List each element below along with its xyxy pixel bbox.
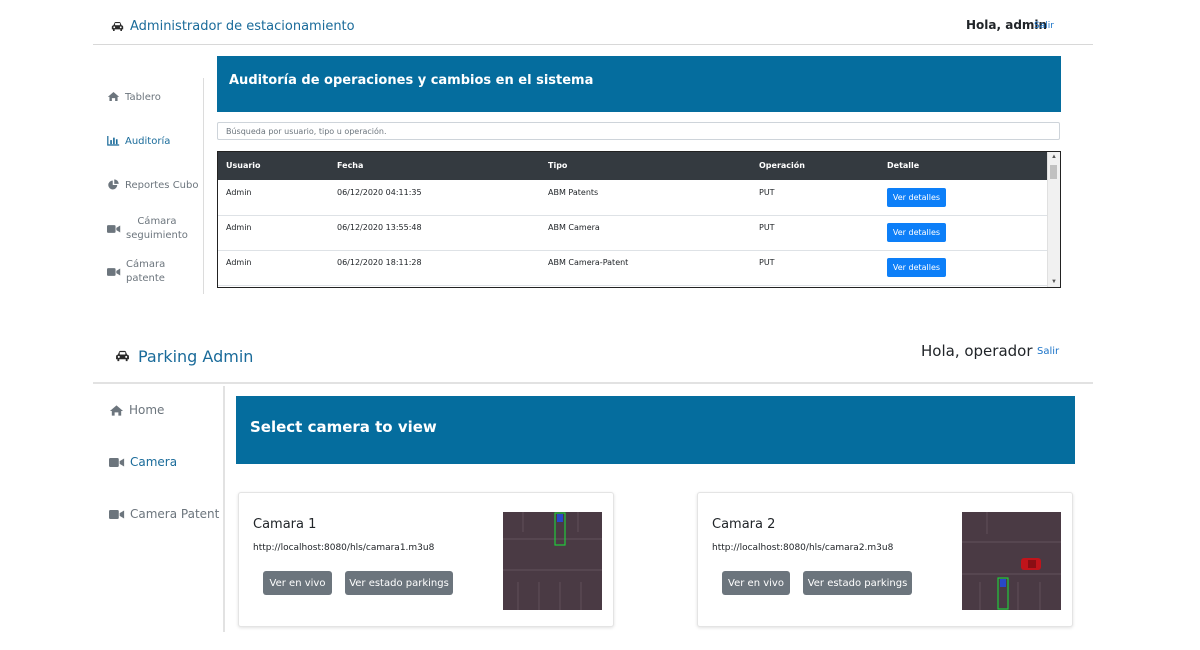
car-icon xyxy=(116,350,129,362)
cell-fecha: 06/12/2020 04:11:35 xyxy=(337,188,422,197)
cell-fecha: 06/12/2020 18:11:28 xyxy=(337,258,422,267)
car-icon xyxy=(111,21,124,31)
cell-fecha: 06/12/2020 13:55:48 xyxy=(337,223,422,232)
sidebar-item-reportes-cubo[interactable]: Reportes Cubo xyxy=(107,179,198,193)
audit-page-title: Auditoría de operaciones y cambios en el… xyxy=(229,73,594,88)
table-scrollbar[interactable]: ▲ ▼ xyxy=(1047,152,1060,287)
scroll-up-icon[interactable]: ▲ xyxy=(1048,152,1060,162)
camera-card: Camara 2 http://localhost:8080/hls/camar… xyxy=(697,492,1073,627)
table-header: Usuario Fecha Tipo Operación Detalle xyxy=(218,152,1049,180)
cell-tipo: ABM Patents xyxy=(548,188,599,197)
camera-preview-image[interactable] xyxy=(503,512,602,610)
sidebar-item-camera[interactable]: Camera xyxy=(109,455,177,469)
camera-stream-url: http://localhost:8080/hls/camara2.m3u8 xyxy=(712,543,894,553)
top-brand-title: Administrador de estacionamiento xyxy=(130,18,355,34)
sidebar-item-home[interactable]: Home xyxy=(109,403,164,417)
video-camera-icon xyxy=(107,268,121,276)
sidebar-item-camara-seguimiento[interactable]: Cámara seguimiento xyxy=(107,215,188,243)
home-icon xyxy=(107,92,120,101)
camera-card: Camara 1 http://localhost:8080/hls/camar… xyxy=(238,492,614,627)
cell-operacion: PUT xyxy=(759,188,775,197)
video-camera-icon xyxy=(109,457,125,467)
sidebar-item-auditoria[interactable]: Auditoría xyxy=(107,135,170,149)
sidebar-item-label: Camera Patent xyxy=(130,507,220,521)
camera-stream-url: http://localhost:8080/hls/camara1.m3u8 xyxy=(253,543,435,553)
camera-card-title: Camara 1 xyxy=(253,517,317,532)
audit-table: Usuario Fecha Tipo Operación Detalle Adm… xyxy=(217,151,1061,288)
sidebar-item-label: Home xyxy=(129,403,165,417)
sidebar-item-tablero[interactable]: Tablero xyxy=(107,91,161,105)
video-camera-icon xyxy=(107,225,121,233)
bottom-logout-link[interactable]: Salir xyxy=(1037,346,1059,357)
sidebar-item-label: Cámara seguimiento xyxy=(126,216,188,241)
camera-card-title: Camara 2 xyxy=(712,517,776,532)
bottom-brand-title: Parking Admin xyxy=(138,346,254,366)
column-header-operacion: Operación xyxy=(759,161,805,170)
sidebar-item-camera-patent[interactable]: Camera Patent xyxy=(109,507,219,521)
sidebar-item-label: Auditoría xyxy=(125,136,171,147)
top-sidebar-divider xyxy=(203,78,204,294)
cell-operacion: PUT xyxy=(759,258,775,267)
parking-status-button[interactable]: Ver estado parkings xyxy=(803,571,912,595)
pie-chart-icon xyxy=(108,179,119,190)
cell-operacion: PUT xyxy=(759,223,775,232)
cell-usuario: Admin xyxy=(226,188,252,197)
column-header-detalle: Detalle xyxy=(887,161,920,170)
scrollbar-thumb[interactable] xyxy=(1050,165,1057,179)
scroll-down-icon[interactable]: ▼ xyxy=(1048,277,1060,287)
top-header-divider xyxy=(93,44,1093,45)
bottom-brand[interactable]: Parking Admin xyxy=(115,345,253,367)
sidebar-item-label: Camera xyxy=(130,455,178,469)
sidebar-item-label: Tablero xyxy=(125,92,161,103)
bottom-sidebar-divider xyxy=(223,386,225,632)
cell-tipo: ABM Camera xyxy=(548,223,600,232)
column-header-usuario: Usuario xyxy=(226,161,261,170)
column-header-fecha: Fecha xyxy=(337,161,364,170)
cell-usuario: Admin xyxy=(226,223,252,232)
home-icon xyxy=(109,404,124,416)
cell-usuario: Admin xyxy=(226,258,252,267)
table-row: Admin 06/12/2020 04:11:35 ABM Patents PU… xyxy=(218,180,1049,216)
view-details-button[interactable]: Ver detalles xyxy=(887,223,946,242)
cell-tipo: ABM Camera-Patent xyxy=(548,258,629,267)
bar-chart-icon xyxy=(107,136,120,146)
camera-preview-image[interactable] xyxy=(962,512,1061,610)
camera-page-title: Select camera to view xyxy=(250,418,437,436)
live-view-button[interactable]: Ver en vivo xyxy=(722,571,790,595)
top-logout-link[interactable]: Salir xyxy=(1034,21,1054,31)
table-row: Admin 06/12/2020 13:55:48 ABM Camera PUT… xyxy=(218,215,1049,251)
column-header-tipo: Tipo xyxy=(548,161,568,170)
parking-status-button[interactable]: Ver estado parkings xyxy=(345,571,453,595)
video-camera-icon xyxy=(109,509,125,519)
bottom-header-divider xyxy=(93,382,1093,384)
live-view-button[interactable]: Ver en vivo xyxy=(263,571,332,595)
sidebar-item-label: Reportes Cubo xyxy=(125,180,199,191)
sidebar-item-camara-patente[interactable]: Cámara patente xyxy=(107,258,165,286)
audit-search-input[interactable] xyxy=(217,122,1060,140)
bottom-greeting: Hola, operador xyxy=(921,342,1033,360)
view-details-button[interactable]: Ver detalles xyxy=(887,188,946,207)
table-row: Admin 06/12/2020 18:11:28 ABM Camera-Pat… xyxy=(218,250,1049,286)
sidebar-item-label: Cámara patente xyxy=(126,259,166,284)
view-details-button[interactable]: Ver detalles xyxy=(887,258,946,277)
top-brand[interactable]: Administrador de estacionamiento xyxy=(111,17,355,35)
